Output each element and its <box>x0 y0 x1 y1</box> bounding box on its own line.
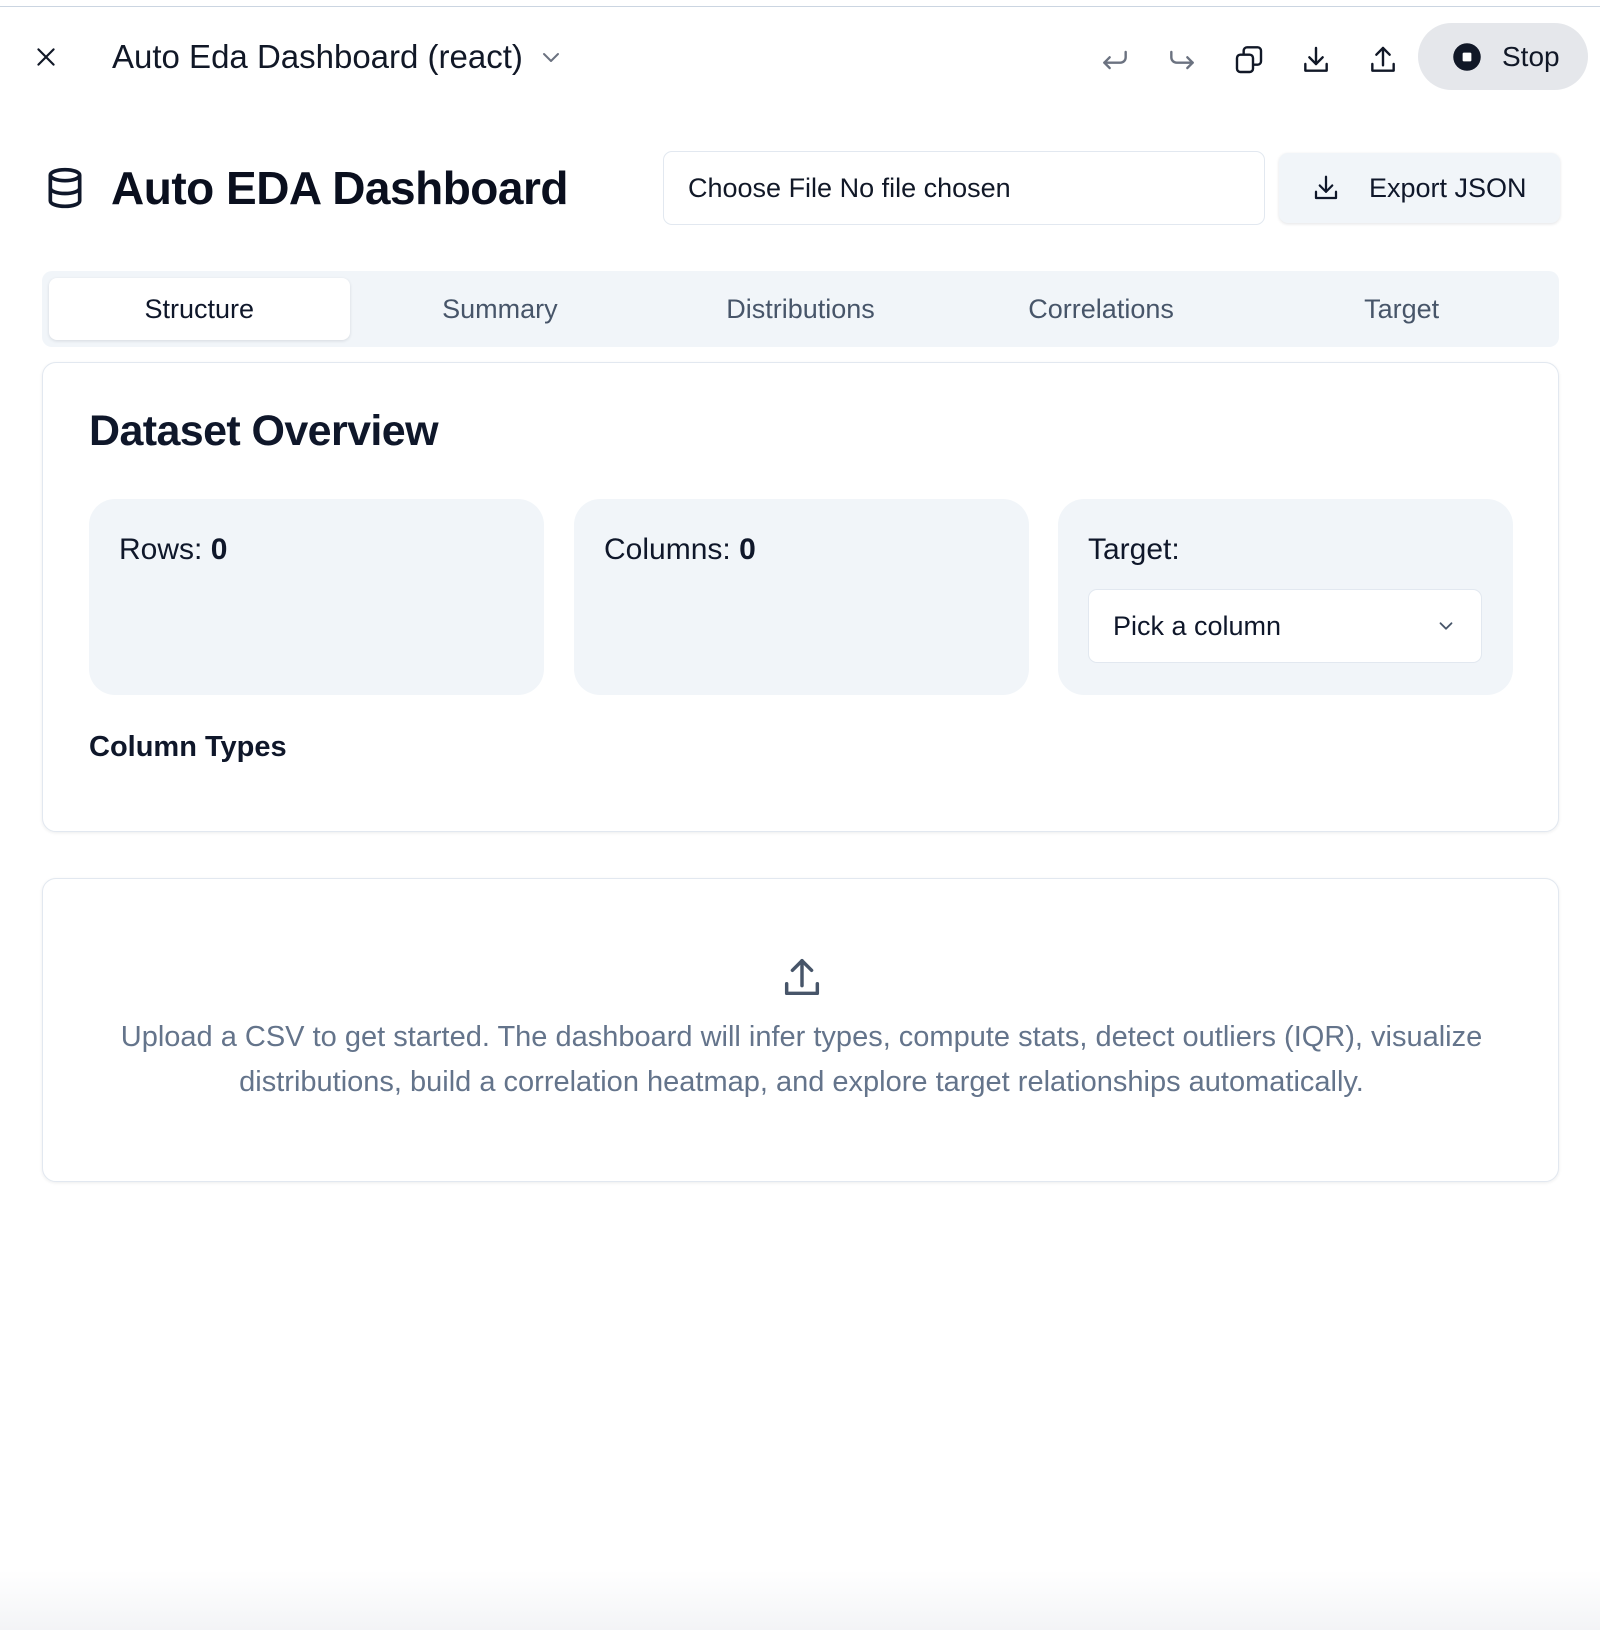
target-select-value: Pick a column <box>1113 610 1282 641</box>
artifact-title: Auto Eda Dashboard (react) <box>112 38 523 75</box>
download-icon <box>1314 175 1338 200</box>
columns-value: 0 <box>739 533 756 566</box>
tab-target[interactable]: Target <box>1251 278 1552 340</box>
target-column-select[interactable]: Pick a column <box>1088 589 1482 663</box>
upload-icon <box>1371 46 1395 72</box>
tab-summary[interactable]: Summary <box>350 278 651 340</box>
columns-label: Columns: <box>604 533 731 566</box>
empty-state-message: Upload a CSV to get started. The dashboa… <box>120 1021 1483 1098</box>
stop-icon <box>1453 42 1481 71</box>
download-button[interactable] <box>1299 43 1333 77</box>
duplicate-button[interactable] <box>1232 43 1266 77</box>
artifact-toolbar: Auto Eda Dashboard (react) Stop <box>0 7 1600 107</box>
artifact-title-dropdown[interactable]: Auto Eda Dashboard (react) <box>112 37 563 77</box>
csv-file-input[interactable]: Choose File No file chosen <box>663 151 1265 225</box>
export-json-label: Export JSON <box>1369 172 1527 203</box>
columns-stat: Columns: 0 <box>604 533 756 567</box>
redo-icon <box>1170 50 1194 70</box>
upload-icon <box>784 959 820 996</box>
rows-stat-card: Rows: 0 <box>89 499 544 695</box>
close-button[interactable] <box>30 41 62 73</box>
download-icon <box>1304 46 1328 72</box>
target-stat-card: Target: Pick a column <box>1058 499 1513 695</box>
redo-button[interactable] <box>1165 43 1199 77</box>
page-title: Auto EDA Dashboard <box>111 162 568 214</box>
empty-state-card: Upload a CSV to get started. The dashboa… <box>42 878 1559 1182</box>
tab-correlations[interactable]: Correlations <box>951 278 1252 340</box>
database-icon <box>48 167 82 209</box>
dataset-overview-title: Dataset Overview <box>89 407 439 455</box>
undo-button[interactable] <box>1098 43 1132 77</box>
tab-bar: Structure Summary Distributions Correlat… <box>42 271 1559 347</box>
bottom-edge-shade <box>0 1570 1600 1630</box>
export-json-button[interactable]: Export JSON <box>1279 153 1560 223</box>
tab-structure[interactable]: Structure <box>49 278 350 340</box>
stop-button-label: Stop <box>1502 40 1560 72</box>
upload-button[interactable] <box>1366 43 1400 77</box>
rows-stat: Rows: 0 <box>119 533 227 567</box>
chevron-down-icon <box>542 53 559 62</box>
undo-icon <box>1103 50 1127 70</box>
columns-stat-card: Columns: 0 <box>574 499 1029 695</box>
target-label: Target: <box>1088 533 1180 566</box>
rows-value: 0 <box>210 533 228 566</box>
chevron-down-icon <box>1439 622 1453 630</box>
column-types-heading: Column Types <box>89 731 287 763</box>
rows-label: Rows: <box>119 533 203 566</box>
dataset-overview-card: Dataset Overview Rows: 0 Columns: 0 Targ… <box>42 362 1559 832</box>
stop-button[interactable]: Stop <box>1418 23 1588 90</box>
tab-distributions[interactable]: Distributions <box>650 278 951 340</box>
duplicate-icon <box>1235 46 1263 74</box>
close-icon <box>37 48 55 66</box>
